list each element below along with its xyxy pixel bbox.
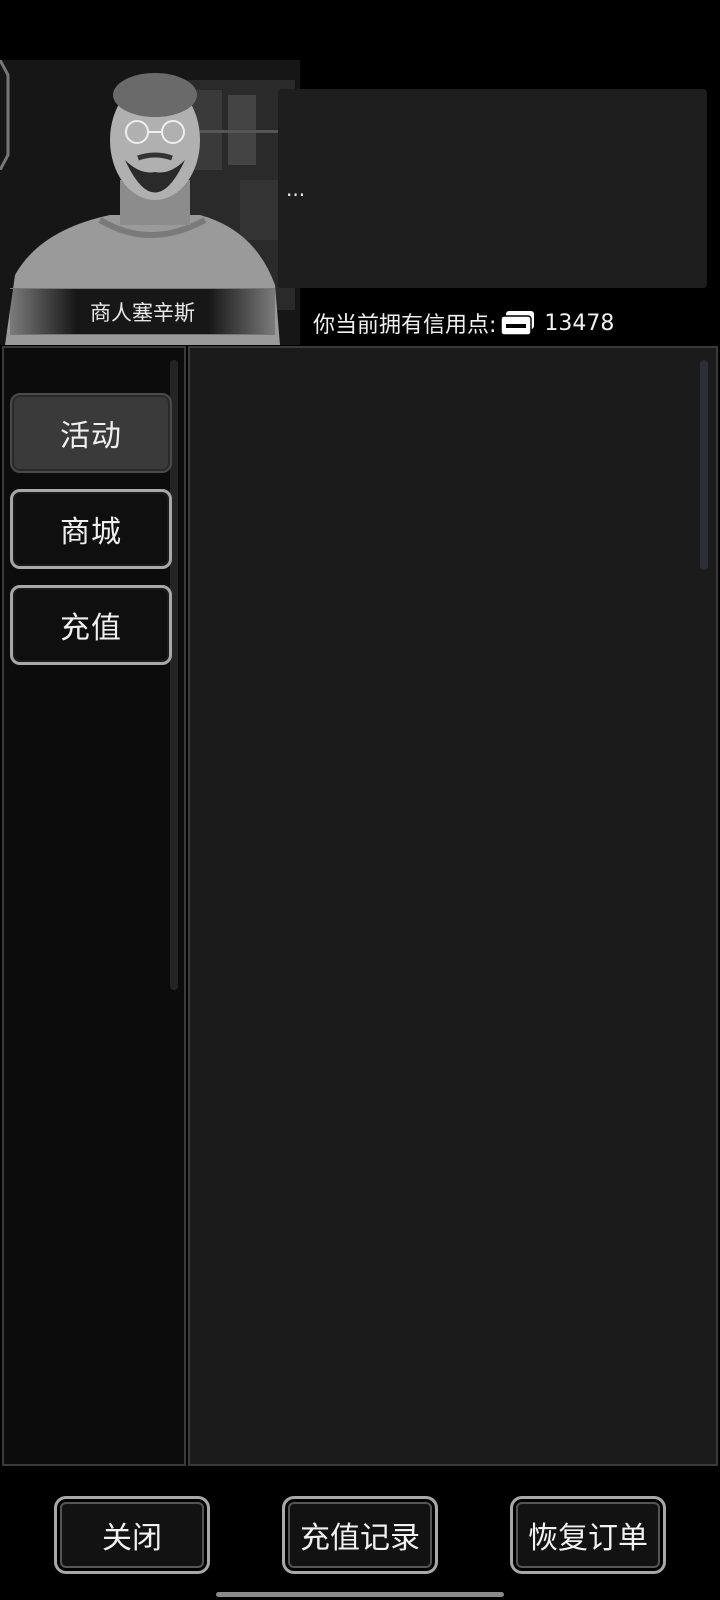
- close-button[interactable]: 关闭: [54, 1496, 210, 1574]
- npc-dialog-box: ...: [278, 89, 707, 288]
- content-panel: [188, 346, 718, 1466]
- content-scrollbar[interactable]: [700, 360, 708, 570]
- credit-card-icon: [500, 311, 535, 336]
- restore-orders-button[interactable]: 恢复订单: [510, 1496, 666, 1574]
- credits-label: 你当前拥有信用点:: [313, 313, 497, 338]
- npc-name-label: 商人塞辛斯: [10, 288, 275, 335]
- recharge-history-button[interactable]: 充值记录: [282, 1496, 438, 1574]
- tab-store[interactable]: 商城: [10, 489, 172, 569]
- shop-header: 商人塞辛斯 ... 你当前拥有信用点: 13478: [0, 0, 720, 345]
- npc-dialog-text: ...: [286, 177, 306, 201]
- home-indicator[interactable]: [216, 1592, 504, 1597]
- footer-bar: 关闭 充值记录 恢复订单: [0, 1468, 720, 1600]
- credits-display: 你当前拥有信用点: 13478: [313, 305, 614, 341]
- credits-value: 13478: [544, 310, 615, 336]
- shop-screen: 商人塞辛斯 ... 你当前拥有信用点: 13478 活动 商城 充值 关闭 充值…: [0, 0, 720, 1600]
- back-tab-edge[interactable]: [0, 60, 12, 170]
- tab-events[interactable]: 活动: [10, 393, 172, 473]
- tab-recharge[interactable]: 充值: [10, 585, 172, 665]
